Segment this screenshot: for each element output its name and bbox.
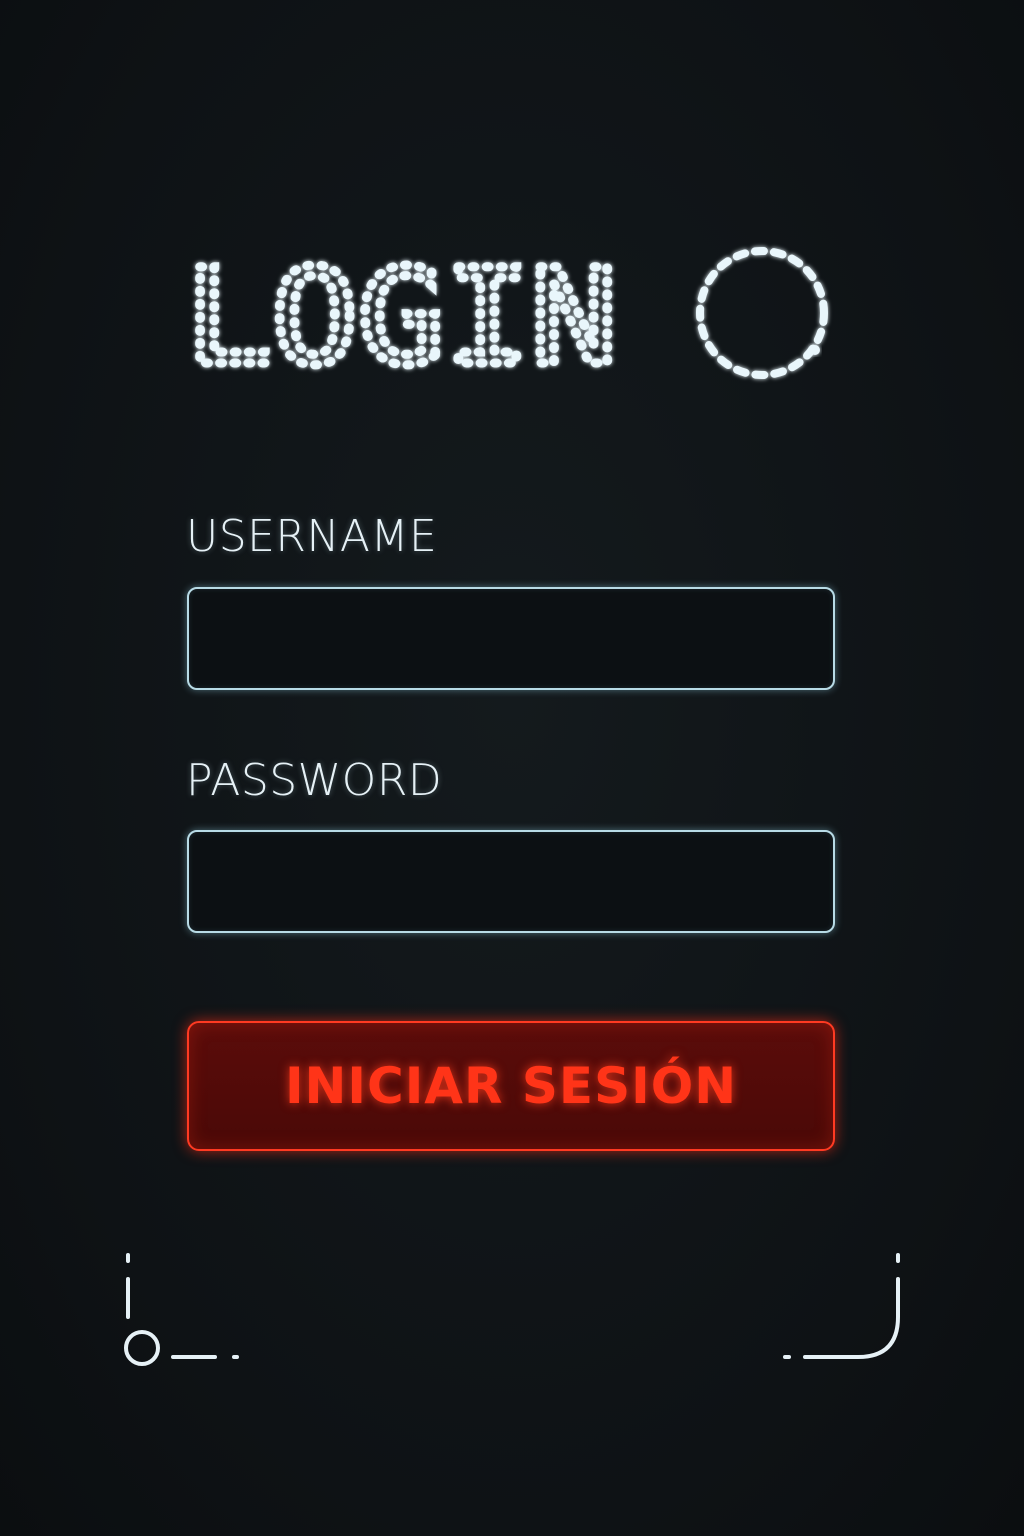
- page-title-text: LOGIN: [185, 241, 617, 395]
- password-label: PASSWORD: [186, 755, 443, 806]
- corner-bracket-curve-icon: [783, 1253, 900, 1359]
- password-input[interactable]: [187, 830, 835, 933]
- page-title: LOGIN: [181, 237, 622, 400]
- login-button[interactable]: INICIAR SESIÓN: [187, 1021, 835, 1151]
- dotted-circle-icon: [696, 247, 828, 379]
- corner-bracket-circle-icon: [124, 1253, 239, 1366]
- login-button-label: INICIAR SESIÓN: [284, 1057, 738, 1115]
- page-header: LOGIN: [181, 237, 845, 400]
- username-input[interactable]: [187, 587, 835, 690]
- username-label: USERNAME: [186, 511, 438, 562]
